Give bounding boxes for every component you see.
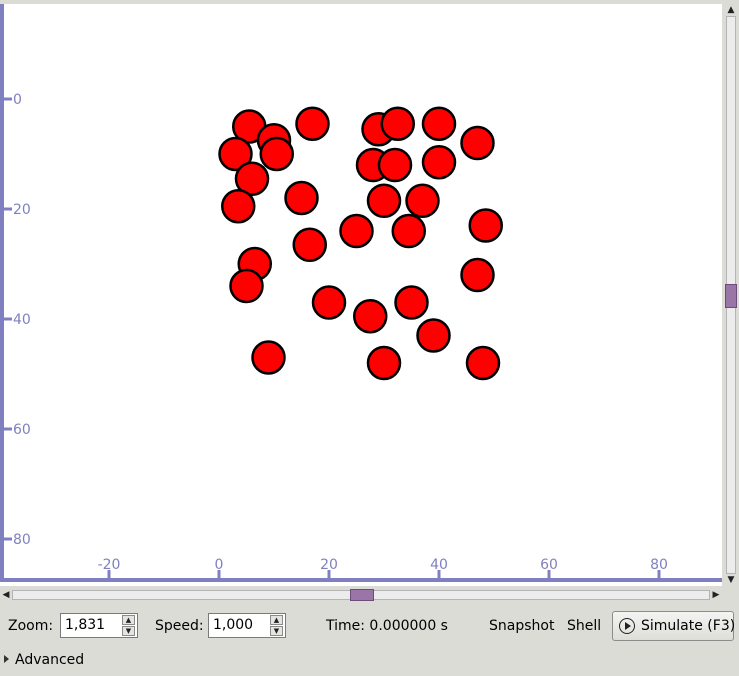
speed-spinbox[interactable]: 1,000 ▲ ▼ — [208, 613, 286, 638]
y-tick — [4, 317, 12, 321]
expand-triangle-icon — [4, 655, 9, 663]
x-tick-label: 80 — [650, 557, 668, 573]
snapshot-button[interactable]: Snapshot — [489, 618, 554, 634]
y-tick-label: 60 — [13, 422, 31, 438]
time-readout: Time: 0.000000 s — [326, 618, 448, 634]
y-tick-label: 40 — [13, 312, 31, 328]
particle[interactable] — [380, 106, 415, 141]
y-tick — [4, 97, 12, 101]
simulate-button[interactable]: Simulate (F3) — [612, 611, 736, 641]
particle[interactable] — [465, 345, 501, 381]
simulation-plot: 0 20 40 60 80 0 -20 0 20 40 60 80 — [0, 4, 722, 582]
particle[interactable] — [394, 285, 429, 320]
particle[interactable] — [221, 189, 256, 224]
horizontal-scrollbar[interactable]: ◀ ▶ — [0, 587, 722, 603]
scroll-up-icon[interactable]: ▲ — [725, 4, 737, 16]
particle[interactable] — [229, 268, 264, 304]
zoom-label: Zoom: — [8, 618, 54, 634]
speed-label: Speed: — [155, 618, 204, 634]
particle[interactable] — [353, 299, 388, 334]
speed-value[interactable]: 1,000 — [213, 617, 253, 633]
horizontal-scroll-thumb[interactable] — [350, 589, 374, 601]
bottom-toolbar: Zoom: 1,831 ▲ ▼ Speed: 1,000 ▲ ▼ Time: 0… — [0, 606, 739, 646]
particle[interactable] — [468, 208, 503, 243]
zoom-value[interactable]: 1,831 — [65, 617, 105, 633]
x-tick-label: 0 — [0, 557, 5, 573]
particle[interactable] — [284, 180, 319, 216]
vertical-scrollbar[interactable]: ▲ ▼ — [723, 4, 739, 586]
x-tick-label: 20 — [320, 557, 338, 573]
y-tick-label: 20 — [13, 202, 31, 218]
particle[interactable] — [251, 340, 286, 375]
y-tick-label: 0 — [13, 92, 22, 108]
particle[interactable] — [366, 345, 402, 381]
particle[interactable] — [259, 136, 294, 172]
zoom-decrement-icon[interactable]: ▼ — [122, 626, 135, 636]
simulation-canvas[interactable]: 0 20 40 60 80 0 -20 0 20 40 60 80 — [0, 4, 722, 586]
advanced-expander[interactable]: Advanced — [4, 652, 84, 668]
x-axis-line — [0, 578, 722, 582]
scroll-down-icon[interactable]: ▼ — [725, 574, 737, 586]
y-tick — [4, 427, 12, 431]
particle[interactable] — [460, 257, 495, 293]
y-tick-label: 80 — [13, 532, 31, 548]
particle[interactable] — [339, 213, 374, 249]
x-tick-label: -20 — [98, 557, 121, 573]
speed-decrement-icon[interactable]: ▼ — [270, 626, 283, 636]
speed-increment-icon[interactable]: ▲ — [270, 615, 283, 625]
particle[interactable] — [421, 106, 457, 141]
y-tick — [4, 207, 12, 211]
particle[interactable] — [416, 318, 451, 353]
x-tick-label: 40 — [430, 557, 448, 573]
y-tick — [4, 537, 12, 541]
particle[interactable] — [460, 125, 495, 161]
particle[interactable] — [421, 145, 457, 180]
zoom-spinbox[interactable]: 1,831 ▲ ▼ — [60, 613, 138, 638]
vertical-scroll-thumb[interactable] — [725, 284, 737, 308]
x-tick-label: 0 — [215, 557, 224, 573]
scroll-right-icon[interactable]: ▶ — [710, 589, 722, 601]
particle[interactable] — [377, 147, 413, 183]
shell-button[interactable]: Shell — [567, 618, 601, 634]
advanced-label: Advanced — [15, 652, 85, 668]
y-axis-line — [0, 4, 4, 582]
scroll-left-icon[interactable]: ◀ — [0, 589, 12, 601]
particle[interactable] — [311, 285, 347, 320]
particle[interactable] — [405, 183, 440, 218]
particle[interactable] — [391, 213, 426, 249]
particle[interactable] — [295, 106, 330, 141]
play-icon — [619, 618, 635, 634]
particle[interactable] — [366, 183, 402, 218]
zoom-increment-icon[interactable]: ▲ — [122, 615, 135, 625]
particle[interactable] — [292, 227, 327, 262]
simulate-label: Simulate (F3) — [641, 618, 736, 634]
x-tick-label: 60 — [540, 557, 558, 573]
